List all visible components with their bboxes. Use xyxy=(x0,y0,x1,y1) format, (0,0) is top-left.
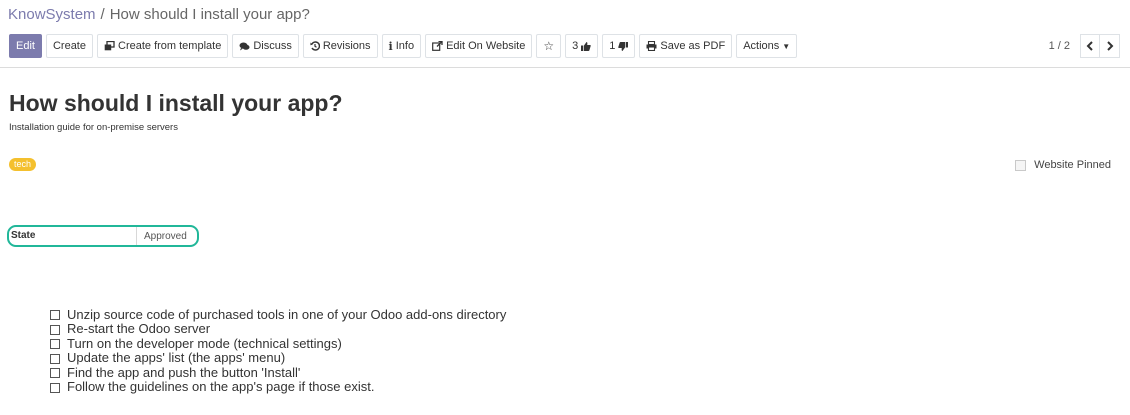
website-pinned-field: Website Pinned xyxy=(1015,159,1111,171)
state-label: State xyxy=(9,227,137,245)
discuss-label: Discuss xyxy=(253,40,292,52)
breadcrumb-current: How should I install your app? xyxy=(109,6,310,23)
breadcrumb-separator: / xyxy=(100,6,105,23)
chevron-right-icon xyxy=(1106,41,1113,51)
info-label: Info xyxy=(395,40,415,52)
list-item-text: Find the app and push the button 'Instal… xyxy=(67,364,301,380)
breadcrumb-knowsystem-link[interactable]: KnowSystem xyxy=(8,6,96,23)
website-pinned-checkbox[interactable] xyxy=(1015,159,1027,171)
copy-icon xyxy=(104,41,115,51)
list-item: Turn on the developer mode (technical se… xyxy=(50,336,506,351)
pager-next-button[interactable] xyxy=(1100,34,1120,58)
dislike-count: 1 xyxy=(609,40,616,52)
checkbox[interactable] xyxy=(50,353,60,364)
list-item: Follow the guidelines on the app's page … xyxy=(50,379,506,395)
revisions-label: Revisions xyxy=(322,40,371,52)
comments-icon xyxy=(239,42,250,51)
caret-down-icon: ▼ xyxy=(782,41,791,51)
actions-label: Actions xyxy=(743,40,780,52)
external-link-icon xyxy=(432,41,443,51)
list-item-text: Follow the guidelines on the app's page … xyxy=(67,379,375,395)
article-title: How should I install your app? xyxy=(9,90,343,116)
info-button[interactable]: i Info xyxy=(381,34,422,58)
edit-button[interactable]: Edit xyxy=(9,34,42,58)
dislike-button[interactable]: 1 xyxy=(602,34,636,58)
checkbox[interactable] xyxy=(50,324,60,335)
list-item-text: Update the apps' list (the apps' menu) xyxy=(67,350,286,366)
list-item: Update the apps' list (the apps' menu) xyxy=(50,350,506,366)
print-icon xyxy=(646,41,657,51)
install-checklist: Unzip source code of purchased tools in … xyxy=(50,307,506,394)
checkbox[interactable] xyxy=(50,368,60,379)
thumbs-down-icon xyxy=(618,41,629,51)
checkbox[interactable] xyxy=(50,339,60,350)
edit-on-website-label: Edit On Website xyxy=(446,40,526,52)
checkbox[interactable] xyxy=(50,382,60,393)
thumbs-up-icon xyxy=(581,41,591,51)
info-icon: i xyxy=(388,39,393,53)
edit-on-website-button[interactable]: Edit On Website xyxy=(425,34,533,58)
website-pinned-label: Website Pinned xyxy=(1034,159,1111,171)
checkbox[interactable] xyxy=(50,310,60,321)
pager-previous-button[interactable] xyxy=(1080,34,1100,58)
create-from-template-label: Create from template xyxy=(118,40,222,52)
list-item-text: Re-start the Odoo server xyxy=(67,321,211,337)
save-as-pdf-label: Save as PDF xyxy=(660,40,726,52)
article-subtitle: Installation guide for on-premise server… xyxy=(9,122,178,133)
header-divider xyxy=(0,67,1130,68)
actions-dropdown[interactable]: Actions ▼ xyxy=(736,34,798,58)
state-value: Approved xyxy=(144,230,187,242)
discuss-button[interactable]: Discuss xyxy=(232,34,299,58)
favorite-button[interactable]: ☆ xyxy=(536,34,562,58)
star-icon: ☆ xyxy=(543,39,555,53)
history-icon xyxy=(310,41,320,51)
list-item: Re-start the Odoo server xyxy=(50,321,506,337)
create-from-template-button[interactable]: Create from template xyxy=(97,34,229,58)
chevron-left-icon xyxy=(1086,41,1093,51)
create-button[interactable]: Create xyxy=(45,34,93,58)
list-item-text: Turn on the developer mode (technical se… xyxy=(67,335,342,351)
breadcrumb: KnowSystem / How should I install your app… xyxy=(8,6,310,23)
pager: 1 / 2 xyxy=(1049,34,1120,58)
like-button[interactable]: 3 xyxy=(565,34,599,58)
state-field: State Approved xyxy=(7,225,199,247)
revisions-button[interactable]: Revisions xyxy=(302,34,378,58)
list-item: Unzip source code of purchased tools in … xyxy=(50,307,506,322)
tag-badge[interactable]: tech xyxy=(9,158,37,171)
control-panel-toolbar: Edit Create Create from template Discuss… xyxy=(9,34,801,58)
like-count: 3 xyxy=(572,40,579,52)
pager-value[interactable]: 1 / 2 xyxy=(1049,40,1070,52)
list-item-text: Unzip source code of purchased tools in … xyxy=(67,306,507,322)
list-item: Find the app and push the button 'Instal… xyxy=(50,365,506,380)
save-as-pdf-button[interactable]: Save as PDF xyxy=(639,34,733,58)
